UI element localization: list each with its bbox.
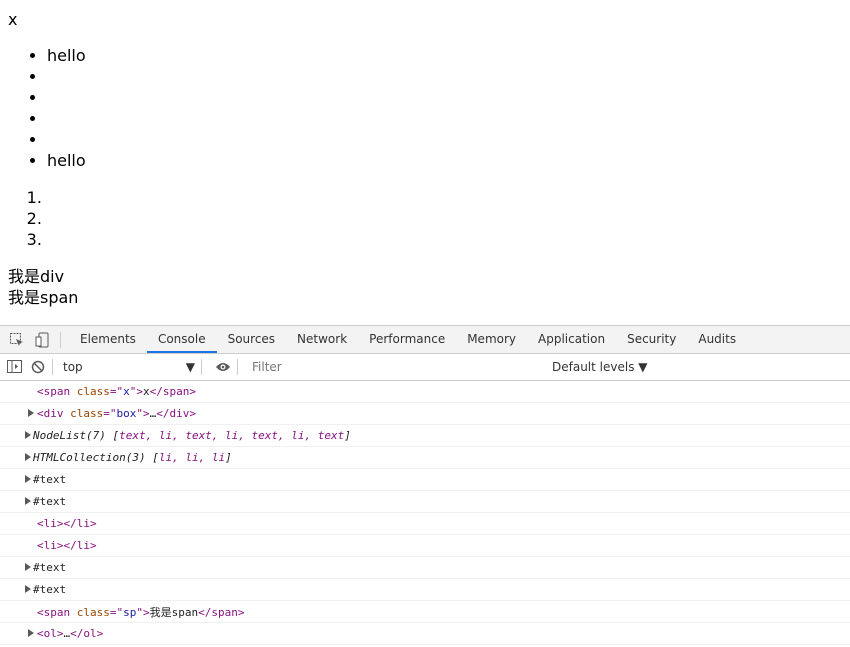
context-selector[interactable]: top ▼ bbox=[59, 360, 195, 374]
device-toolbar-icon[interactable] bbox=[34, 331, 52, 349]
list-item bbox=[47, 129, 86, 150]
console-message[interactable]: #text bbox=[0, 557, 850, 579]
expand-arrow-icon[interactable] bbox=[28, 409, 34, 417]
expand-arrow-icon[interactable] bbox=[25, 431, 31, 439]
expand-arrow-icon[interactable] bbox=[25, 563, 31, 571]
filter-input[interactable] bbox=[248, 357, 546, 377]
console-message[interactable]: <li></li> bbox=[0, 535, 850, 557]
list-item bbox=[47, 108, 86, 129]
span-x: x bbox=[8, 10, 18, 29]
console-message[interactable]: #text bbox=[0, 579, 850, 601]
ordered-list bbox=[0, 187, 47, 250]
expand-arrow-icon[interactable] bbox=[25, 497, 31, 505]
expand-arrow-icon[interactable] bbox=[25, 475, 31, 483]
context-value: top bbox=[63, 360, 83, 374]
console-message[interactable]: <li></li> bbox=[0, 513, 850, 535]
tab-console[interactable]: Console bbox=[146, 326, 217, 353]
console-toolbar: top ▼ Default levels ▼ bbox=[0, 354, 850, 381]
div-box: 我是div bbox=[8, 267, 65, 286]
tab-network[interactable]: Network bbox=[286, 326, 358, 353]
divider bbox=[201, 359, 202, 375]
page-content: x hello hello 我是div 我是span bbox=[0, 0, 850, 325]
console-message[interactable]: #text bbox=[0, 491, 850, 513]
list-item bbox=[47, 87, 86, 108]
list-item: hello bbox=[47, 150, 86, 171]
clear-console-icon[interactable] bbox=[30, 359, 46, 375]
devtools-panel: Elements Console Sources Network Perform… bbox=[0, 325, 850, 647]
expand-arrow-icon[interactable] bbox=[28, 629, 34, 637]
console-message[interactable]: <span class="x">x</span> bbox=[0, 381, 850, 403]
console-message[interactable]: <ol>…</ol> bbox=[0, 623, 850, 645]
list-item: hello bbox=[47, 45, 86, 66]
expand-arrow-icon[interactable] bbox=[25, 453, 31, 461]
tab-elements[interactable]: Elements bbox=[69, 326, 147, 353]
console-message[interactable]: HTMLCollection(3) [li, li, li] bbox=[0, 447, 850, 469]
divider bbox=[60, 331, 61, 348]
tab-memory[interactable]: Memory bbox=[456, 326, 527, 353]
divider bbox=[52, 359, 53, 375]
tab-security[interactable]: Security bbox=[616, 326, 687, 353]
span-sp: 我是span bbox=[8, 288, 79, 307]
inspect-element-icon[interactable] bbox=[8, 331, 26, 349]
console-message[interactable]: <div class="box">…</div> bbox=[0, 403, 850, 425]
show-sidebar-icon[interactable] bbox=[7, 359, 23, 375]
console-message[interactable]: #text bbox=[0, 469, 850, 491]
tab-performance[interactable]: Performance bbox=[358, 326, 456, 353]
console-output: <span class="x">x</span> <div class="box… bbox=[0, 381, 850, 645]
console-message[interactable]: NodeList(7) [text, li, text, li, text, l… bbox=[0, 425, 850, 447]
console-message[interactable]: <span class="sp">我是span</span> bbox=[0, 601, 850, 623]
log-levels-dropdown[interactable]: Default levels ▼ bbox=[552, 360, 648, 374]
unordered-list: hello hello bbox=[0, 45, 86, 171]
tab-application[interactable]: Application bbox=[527, 326, 616, 353]
eye-icon[interactable] bbox=[215, 359, 231, 375]
expand-arrow-icon[interactable] bbox=[25, 585, 31, 593]
divider bbox=[237, 359, 238, 375]
tab-sources[interactable]: Sources bbox=[217, 326, 286, 353]
tab-audits[interactable]: Audits bbox=[687, 326, 747, 353]
dropdown-arrow-icon: ▼ bbox=[185, 360, 195, 374]
devtools-tabbar: Elements Console Sources Network Perform… bbox=[0, 326, 850, 354]
list-item bbox=[47, 66, 86, 87]
